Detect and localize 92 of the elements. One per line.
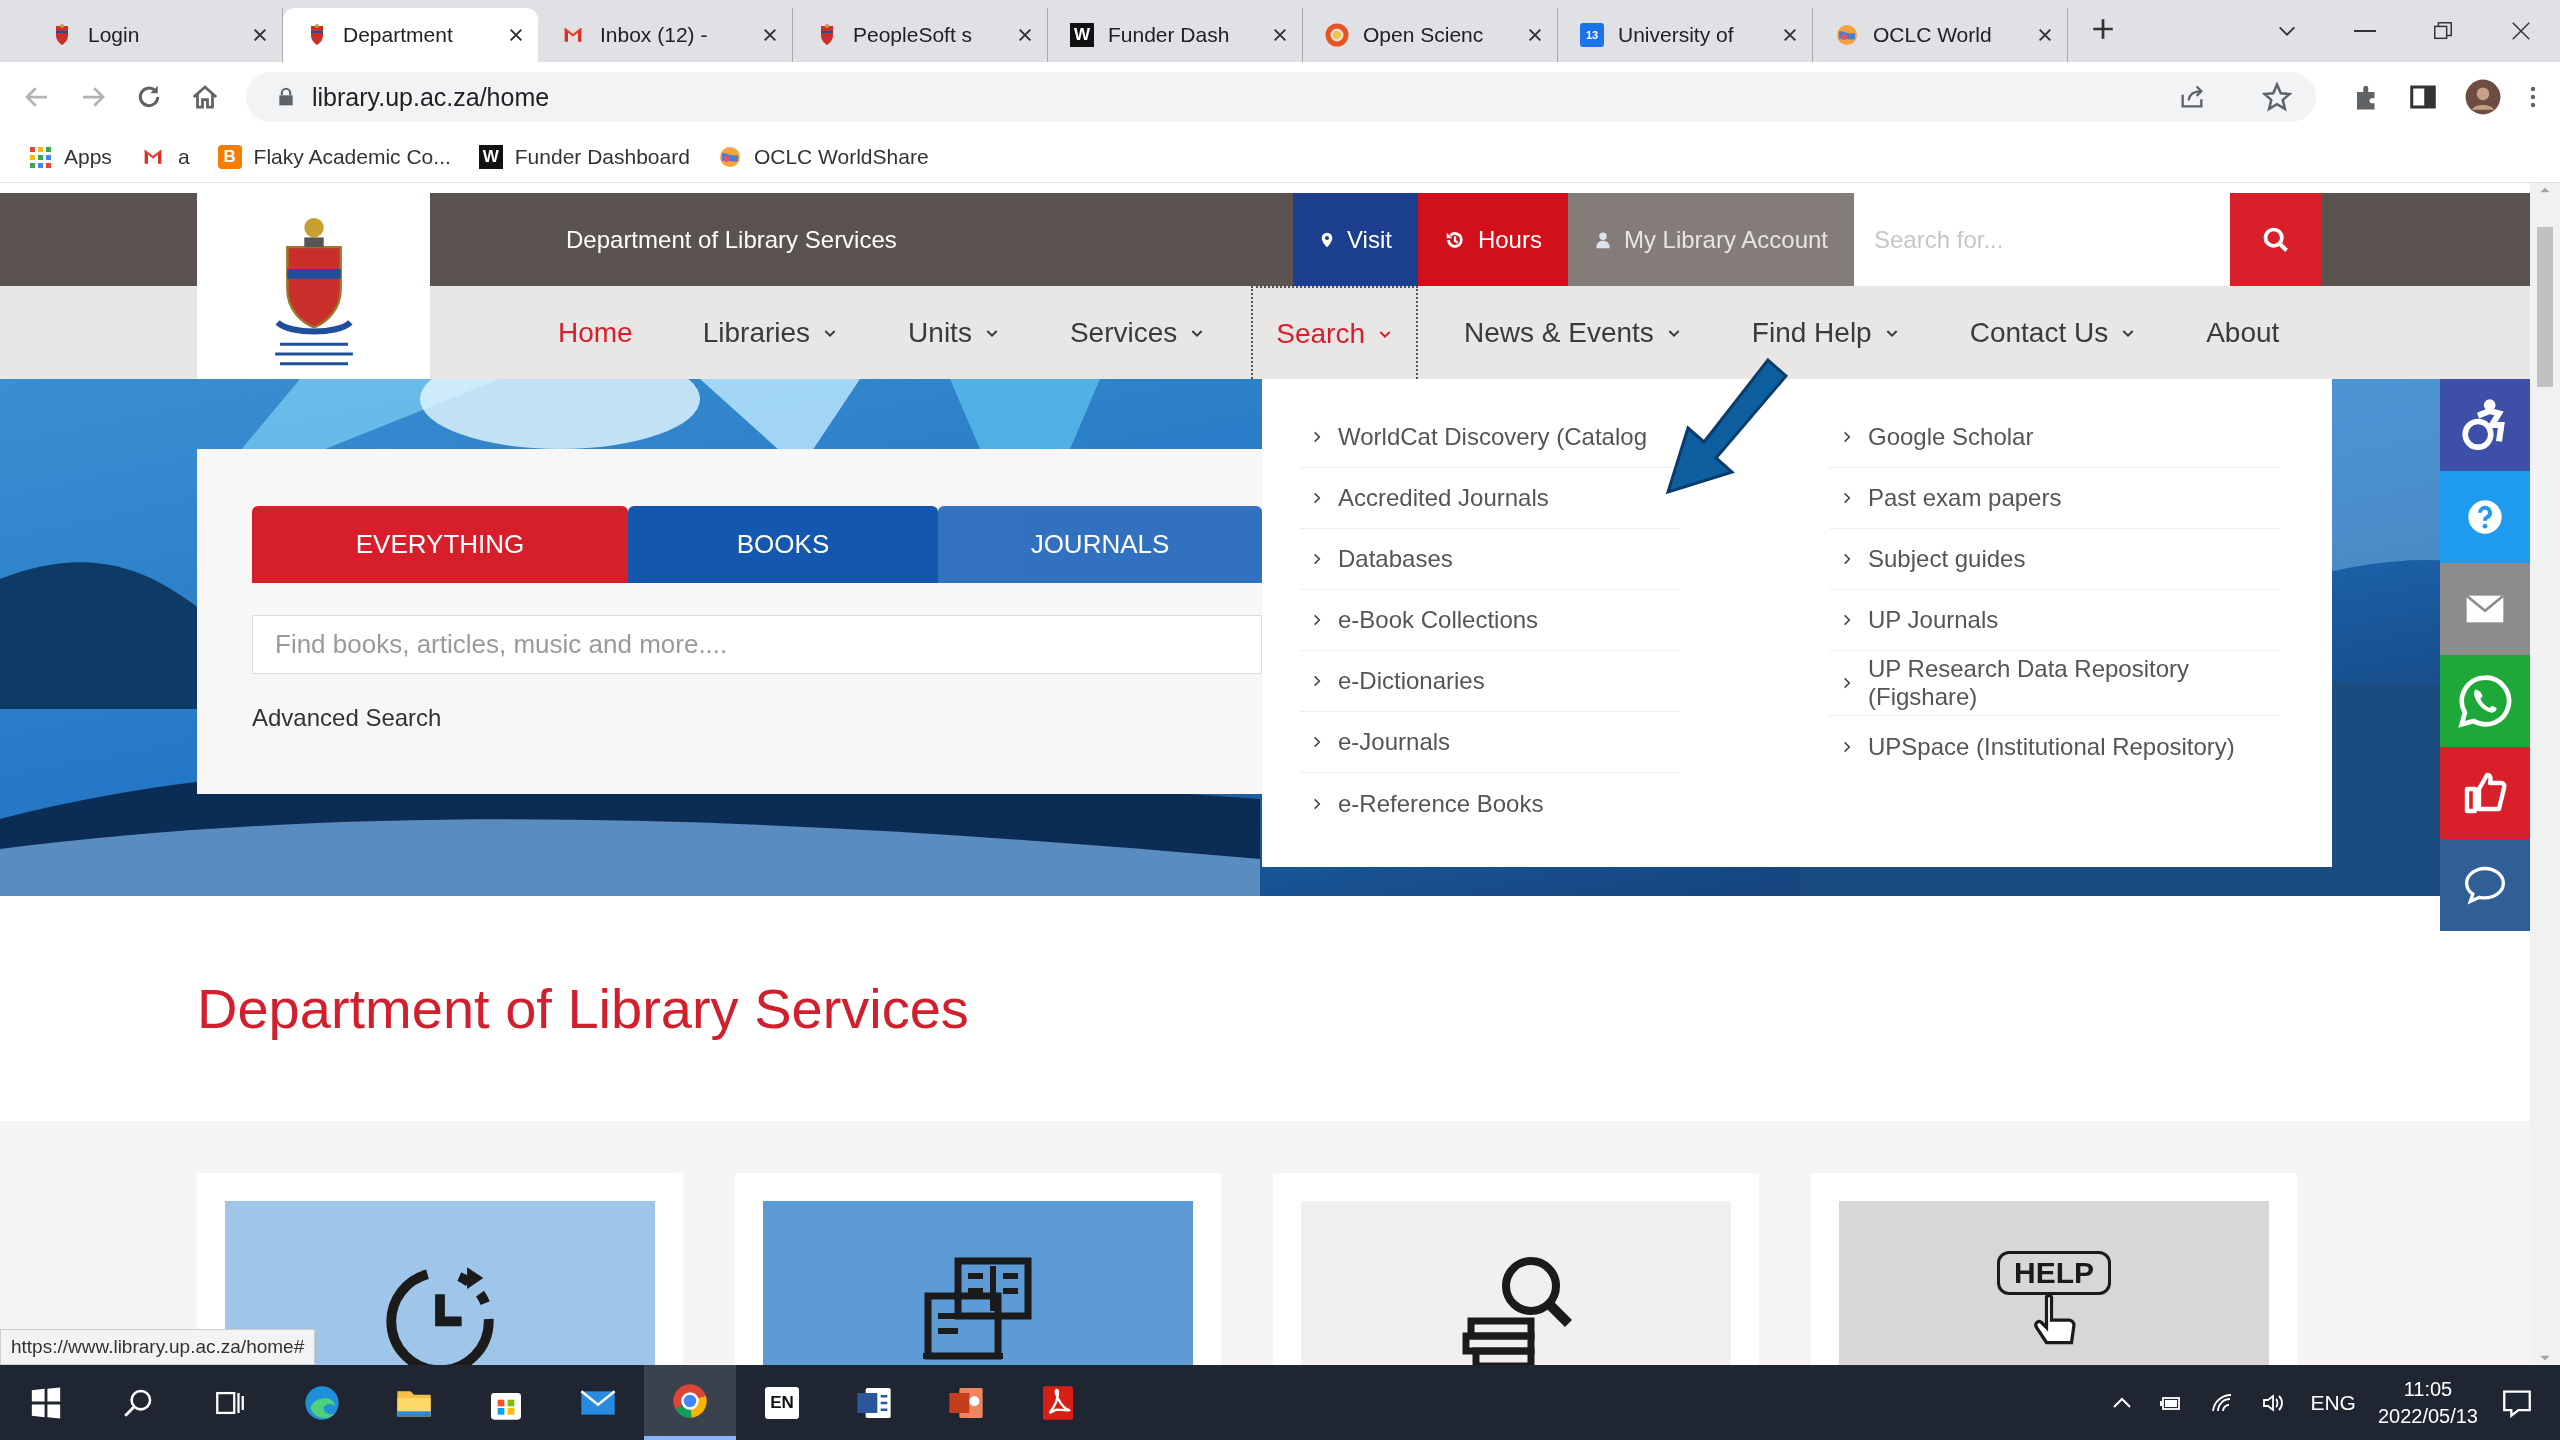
- browser-tab[interactable]: Department: [283, 8, 538, 62]
- side-action-button[interactable]: [2440, 747, 2530, 839]
- profile-avatar-icon: [2464, 78, 2502, 116]
- chevron-right-icon: [1312, 552, 1322, 566]
- bookmark-link[interactable]: Flaky Academic Co...: [253, 145, 451, 169]
- nav-menu-item[interactable]: Home: [534, 286, 657, 379]
- bookmark-link[interactable]: OCLC WorldShare: [753, 145, 929, 169]
- status-url-tooltip: https://www.library.up.ac.za/home#: [0, 1329, 316, 1365]
- chevron-right-icon: [1842, 491, 1852, 505]
- dropdown-link[interactable]: e-Book Collections: [1300, 590, 1680, 651]
- globe-icon: [717, 145, 742, 169]
- letter-logo-icon: W: [1070, 23, 1094, 47]
- chevron-right-icon: [1842, 552, 1852, 566]
- close-icon: [762, 27, 778, 43]
- search-scope-tab[interactable]: JOURNALS: [938, 506, 1262, 583]
- close-icon: [252, 27, 268, 43]
- university-crest-logo[interactable]: [197, 193, 430, 379]
- chevron-right-icon: [1312, 430, 1322, 444]
- minimize-icon: [2354, 29, 2376, 33]
- search-button[interactable]: [2230, 193, 2322, 286]
- bookmark-link[interactable]: Apps: [64, 145, 112, 169]
- whatsapp-icon: [2457, 673, 2513, 729]
- close-icon: [508, 27, 524, 43]
- side-action-button[interactable]: [2440, 379, 2530, 471]
- dropdown-link[interactable]: Google Scholar: [1830, 407, 2280, 468]
- side-action-button[interactable]: [2440, 839, 2530, 931]
- dropdown-link[interactable]: Databases: [1300, 529, 1680, 590]
- dropdown-link[interactable]: e-Journals: [1300, 712, 1680, 773]
- close-icon: [1272, 27, 1288, 43]
- chevron-right-icon: [1842, 676, 1852, 690]
- dropdown-link[interactable]: UPSpace (Institutional Repository): [1830, 716, 2280, 777]
- search-scope-tab[interactable]: EVERYTHING: [252, 506, 628, 583]
- dropdown-link[interactable]: e-Dictionaries: [1300, 651, 1680, 712]
- keyboard-app-icon[interactable]: EN: [765, 1386, 799, 1419]
- side-action-button[interactable]: [2440, 471, 2530, 563]
- page-heading: Department of Library Services: [197, 976, 969, 1041]
- lock-icon: [276, 86, 296, 108]
- search-icon: [2262, 225, 2290, 254]
- chevron-right-icon: [1842, 430, 1852, 444]
- chevron-right-icon: [1312, 613, 1322, 627]
- help-icon: [2465, 497, 2505, 537]
- letter-logo-icon: B: [217, 145, 242, 169]
- chevron-right-icon: [1312, 735, 1322, 749]
- visit-button[interactable]: Visit: [1292, 193, 1418, 286]
- scrollbar-thumb[interactable]: [2537, 227, 2553, 387]
- chevron-right-icon: [1842, 739, 1852, 754]
- close-icon: [2037, 27, 2053, 43]
- nav-menu-item[interactable]: Contact Us: [1945, 286, 2161, 379]
- nav-menu-item[interactable]: Services: [1045, 286, 1230, 379]
- dropdown-link[interactable]: UP Journals: [1830, 590, 2280, 651]
- nav-menu-item[interactable]: About: [2182, 286, 2304, 379]
- input-language[interactable]: ENG: [2310, 1390, 2356, 1415]
- search-scope-tab[interactable]: BOOKS: [628, 506, 938, 583]
- nav-menu-item[interactable]: Units: [884, 286, 1024, 379]
- advanced-search-link[interactable]: Advanced Search: [252, 704, 442, 732]
- site-search-field[interactable]: Search for...: [1854, 193, 2230, 286]
- chevron-right-icon: [1312, 796, 1322, 811]
- close-icon: [1017, 27, 1033, 43]
- catalog-search-field[interactable]: Find books, articles, music and more....: [252, 615, 1262, 674]
- star-icon: [2262, 82, 2292, 112]
- restore-icon: [2432, 20, 2454, 42]
- nav-menu-item[interactable]: Find Help: [1727, 286, 1924, 379]
- side-action-button[interactable]: [2440, 655, 2530, 747]
- ring-icon: [1325, 23, 1349, 47]
- letter-logo-icon: W: [478, 145, 503, 169]
- globe-icon: [1835, 23, 1859, 47]
- taskbar-button[interactable]: EN: [736, 1365, 828, 1440]
- side-action-button[interactable]: [2440, 563, 2530, 655]
- dropdown-link[interactable]: Subject guides: [1830, 529, 2280, 590]
- taskbar-clock[interactable]: 11:05 2022/05/13: [2377, 1377, 2478, 1428]
- new-tab-icon: [2090, 16, 2116, 42]
- dropdown-link[interactable]: Past exam papers: [1830, 468, 2280, 529]
- chevron-right-icon: [1312, 491, 1322, 505]
- calendar-icon: 13: [1580, 23, 1604, 47]
- dropdown-link[interactable]: UP Research Data Repository (Figshare): [1830, 651, 2280, 716]
- nav-menu-item[interactable]: News & Events: [1440, 286, 1706, 379]
- hours-button[interactable]: Hours: [1417, 193, 1568, 286]
- chevron-right-icon: [1312, 674, 1322, 688]
- apps-grid-icon: [28, 145, 52, 169]
- close-icon: [1782, 27, 1798, 43]
- chevron-right-icon: [1842, 613, 1852, 627]
- bookmark-link[interactable]: Funder Dashboard: [514, 145, 690, 169]
- dropdown-link[interactable]: e-Reference Books: [1300, 773, 1680, 834]
- site-title: Department of Library Services: [566, 225, 898, 254]
- address-bar[interactable]: library.up.ac.za/home: [246, 72, 2316, 122]
- help-sign: HELP: [1997, 1251, 2111, 1295]
- feature-card[interactable]: HELP: [1811, 1173, 2297, 1365]
- bookmark-link[interactable]: a: [177, 145, 190, 169]
- nav-menu-item[interactable]: Libraries: [678, 286, 863, 379]
- close-icon: [1527, 27, 1543, 43]
- windows-start-icon: [29, 1385, 63, 1420]
- close-icon: [2510, 20, 2532, 42]
